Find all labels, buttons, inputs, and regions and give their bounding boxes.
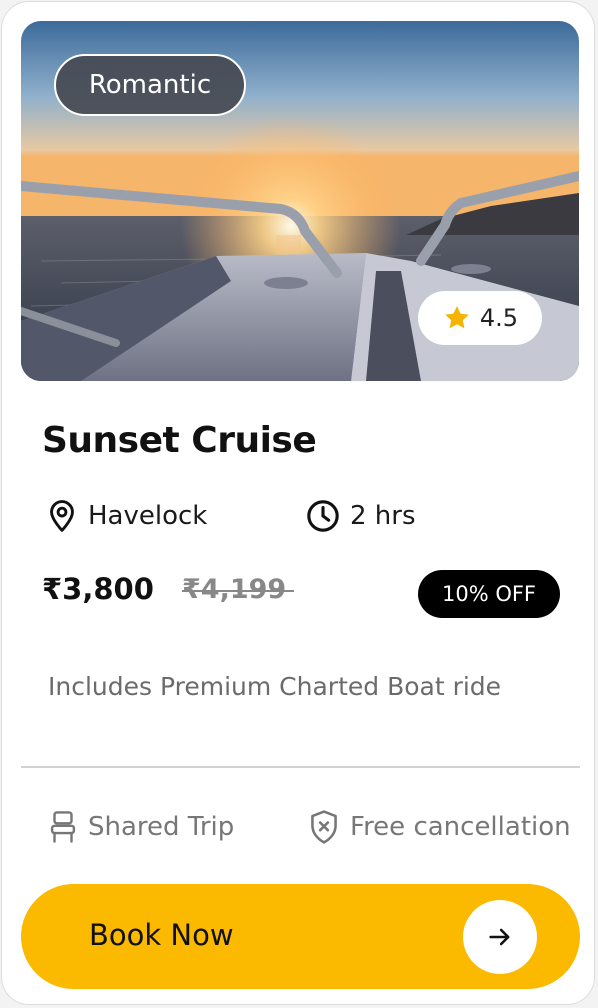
duration-label: 2 hrs bbox=[350, 501, 416, 531]
experience-card[interactable]: Romantic 4.5 Sunset Cruise Havelock 2 hr… bbox=[1, 1, 595, 1005]
duration-info: 2 hrs bbox=[306, 498, 416, 534]
arrow-right-icon bbox=[489, 928, 510, 946]
location-pin-icon bbox=[50, 500, 74, 532]
location-label: Havelock bbox=[88, 501, 208, 531]
divider bbox=[21, 766, 580, 768]
cancellation-label: Free cancellation bbox=[350, 812, 571, 842]
trip-type-label: Shared Trip bbox=[88, 812, 235, 842]
current-price: ₹3,800 bbox=[42, 572, 154, 606]
category-tag: Romantic bbox=[54, 54, 246, 116]
experience-title: Sunset Cruise bbox=[42, 420, 317, 461]
book-now-label: Book Now bbox=[89, 918, 234, 952]
clock-icon bbox=[307, 500, 339, 532]
original-price: ₹4,199 bbox=[182, 574, 295, 605]
arrow-button[interactable] bbox=[463, 900, 537, 974]
trip-type-info: Shared Trip bbox=[48, 807, 234, 847]
cancellation-info: Free cancellation bbox=[308, 807, 571, 847]
rating-value: 4.5 bbox=[479, 304, 519, 332]
book-now-button[interactable]: Book Now bbox=[21, 884, 580, 989]
rating-badge: 4.5 bbox=[418, 291, 542, 345]
shield-x-icon bbox=[311, 810, 337, 844]
includes-text: Includes Premium Charted Boat ride bbox=[48, 672, 502, 701]
seat-icon bbox=[50, 811, 76, 843]
star-icon bbox=[445, 306, 469, 329]
location-info: Havelock bbox=[46, 498, 207, 534]
discount-badge: 10% OFF bbox=[418, 570, 560, 618]
